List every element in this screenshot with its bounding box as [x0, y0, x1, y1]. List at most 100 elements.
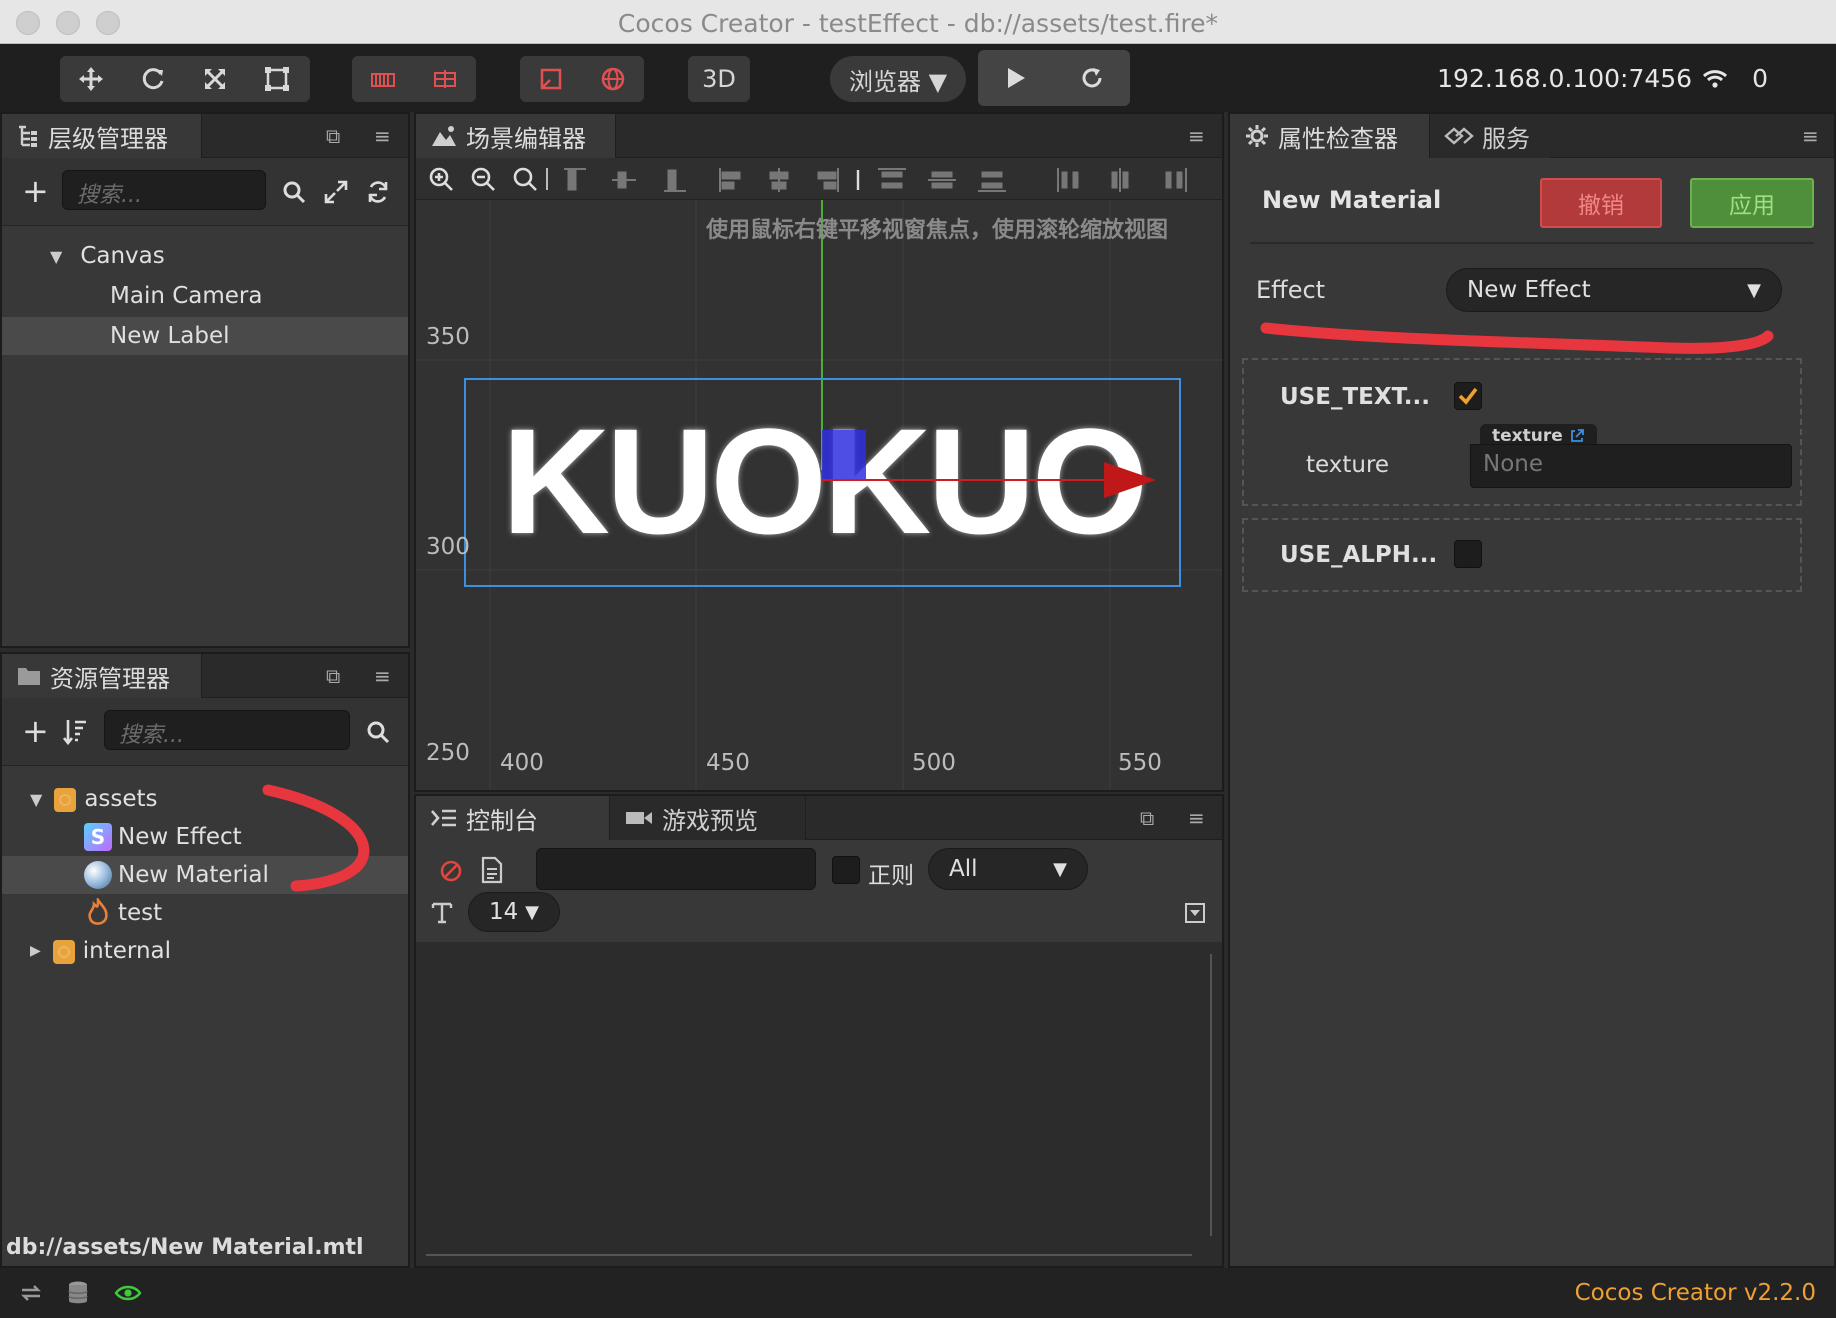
eye-icon[interactable] — [114, 1284, 142, 1302]
toggle-3d-button[interactable]: 3D — [688, 56, 750, 102]
hierarchy-panel: 层级管理器 ⧉ ≡ + 搜索... ▼ Canvas Main Camera N… — [0, 112, 410, 648]
regex-checkbox[interactable] — [832, 856, 860, 884]
pivot-mode-button[interactable] — [352, 56, 414, 102]
tree-node-label: Main Camera — [110, 283, 263, 309]
folder-icon — [18, 668, 40, 685]
rotate-tool-button[interactable] — [122, 56, 184, 102]
rect-transform-icon — [265, 67, 289, 91]
align-tools-icons[interactable] — [562, 166, 1012, 194]
wifi-icon — [1703, 69, 1728, 88]
annotation-underline — [1260, 322, 1774, 354]
tab-scene-editor[interactable]: 场景编辑器 — [416, 114, 616, 158]
open-log-file-icon[interactable] — [480, 856, 504, 884]
revert-button[interactable]: 撤销 — [1540, 178, 1662, 228]
effect-icon: S — [84, 823, 112, 851]
search-icon[interactable] — [366, 720, 390, 744]
transform-gizmo[interactable] — [416, 200, 1222, 790]
tab-assets[interactable]: 资源管理器 — [2, 654, 202, 698]
chevron-down-icon: ▼ — [525, 901, 539, 923]
add-node-icon[interactable]: + — [22, 172, 49, 210]
world-view-button[interactable] — [582, 56, 644, 102]
gizmo-toggle-button[interactable] — [520, 56, 582, 102]
tree-node-main-camera[interactable]: Main Camera — [2, 277, 408, 315]
preview-platform-select[interactable]: 浏览器 ▼ — [830, 56, 966, 102]
asset-folder-internal[interactable]: ▶ internal — [2, 932, 408, 970]
use-texture-checkbox[interactable] — [1454, 382, 1482, 410]
tab-game-preview[interactable]: 游戏预览 — [610, 796, 806, 840]
database-icon[interactable] — [66, 1280, 90, 1306]
tree-node-canvas[interactable]: ▼ Canvas — [2, 237, 408, 275]
sort-icon[interactable] — [62, 718, 88, 746]
expand-all-icon[interactable] — [324, 180, 348, 204]
external-link-icon[interactable] — [1569, 428, 1585, 444]
connected-devices-count: 0 — [1752, 64, 1768, 93]
panel-menu-icon[interactable]: ≡ — [374, 124, 391, 148]
tab-scene-label: 场景编辑器 — [466, 124, 586, 153]
console-log-area[interactable] — [416, 942, 1222, 1266]
asset-label: internal — [82, 938, 172, 964]
material-icon — [84, 861, 112, 889]
tab-hierarchy[interactable]: 层级管理器 — [2, 114, 202, 158]
tab-inspector[interactable]: 属性检查器 — [1230, 114, 1430, 158]
scale-tool-button[interactable] — [184, 56, 246, 102]
tab-assets-label: 资源管理器 — [50, 664, 170, 693]
effect-select-value: New Effect — [1467, 277, 1591, 303]
add-asset-icon[interactable]: + — [22, 712, 49, 750]
tree-node-new-label[interactable]: New Label — [2, 317, 408, 355]
console-hscrollbar[interactable] — [426, 1254, 1192, 1256]
zoom-reset-icon[interactable] — [512, 166, 538, 192]
panel-menu-icon[interactable]: ≡ — [1802, 124, 1819, 148]
effect-select[interactable]: New Effect ▼ — [1446, 268, 1782, 312]
console-filter-input[interactable] — [536, 848, 816, 890]
play-button[interactable] — [978, 50, 1054, 106]
asset-test-scene[interactable]: test — [2, 894, 408, 932]
popout-icon[interactable]: ⧉ — [326, 664, 340, 688]
console-panel: 控制台 游戏预览 ⧉ ≡ 正则 All ▼ 14 ▼ — [414, 794, 1224, 1268]
popout-icon[interactable]: ⧉ — [1140, 806, 1154, 830]
search-icon[interactable] — [282, 180, 306, 204]
apply-button[interactable]: 应用 — [1690, 178, 1814, 228]
hierarchy-search-input[interactable]: 搜索... — [62, 170, 266, 210]
hierarchy-icon — [19, 125, 37, 147]
tab-console[interactable]: 控制台 — [416, 796, 610, 840]
tab-services-label: 服务 — [1482, 124, 1530, 153]
regex-label: 正则 — [868, 863, 914, 889]
distribute-tools-icons[interactable] — [1056, 166, 1216, 194]
use-alpha-test-label: USE_ALPH... — [1280, 542, 1438, 568]
console-scrollbar[interactable] — [1210, 954, 1212, 1236]
window-title: Cocos Creator - testEffect - db://assets… — [617, 9, 1219, 38]
assets-panel: 资源管理器 ⧉ ≡ + 搜索... ▼ assets S New Effect … — [0, 652, 410, 1268]
use-alpha-test-checkbox[interactable] — [1454, 540, 1482, 568]
scene-viewport[interactable]: 使用鼠标右键平移视窗焦点，使用滚轮缩放视图 350 300 250 400 45… — [416, 200, 1222, 790]
tab-services[interactable]: 服务 — [1430, 114, 1550, 158]
move-tool-button[interactable] — [60, 56, 122, 102]
move-icon — [79, 67, 103, 91]
db-folder-icon — [54, 788, 77, 812]
sync-icon[interactable] — [18, 1282, 44, 1304]
toggle-3d-label: 3D — [702, 65, 736, 93]
local-global-button[interactable] — [414, 56, 476, 102]
zoom-in-icon[interactable] — [428, 166, 454, 192]
collapse-logs-icon[interactable] — [1184, 902, 1206, 924]
panel-menu-icon[interactable]: ≡ — [374, 664, 391, 688]
collapse-arrow-icon[interactable]: ▶ — [30, 943, 41, 959]
panel-menu-icon[interactable]: ≡ — [1188, 806, 1205, 830]
log-level-select[interactable]: All ▼ — [928, 848, 1088, 890]
clear-console-icon[interactable] — [438, 858, 464, 884]
popout-icon[interactable]: ⧉ — [326, 124, 340, 148]
rect-tool-button[interactable] — [246, 56, 308, 102]
refresh-icon[interactable] — [366, 180, 390, 204]
transform-tools — [60, 56, 310, 102]
refresh-preview-button[interactable] — [1054, 50, 1130, 106]
texture-asset-field[interactable]: None — [1470, 444, 1792, 488]
expand-arrow-icon[interactable]: ▼ — [50, 247, 62, 266]
font-size-select[interactable]: 14 ▼ — [468, 892, 560, 932]
assets-search-input[interactable]: 搜索... — [104, 710, 350, 750]
panel-menu-icon[interactable]: ≡ — [1188, 124, 1205, 148]
db-folder-icon — [52, 940, 75, 964]
globe-icon — [601, 67, 625, 91]
inspector-tabbar: 属性检查器 服务 ≡ — [1230, 114, 1834, 158]
zoom-out-icon[interactable] — [470, 166, 496, 192]
window-title-bar: Cocos Creator - testEffect - db://assets… — [0, 0, 1836, 44]
expand-arrow-icon[interactable]: ▼ — [30, 790, 42, 809]
